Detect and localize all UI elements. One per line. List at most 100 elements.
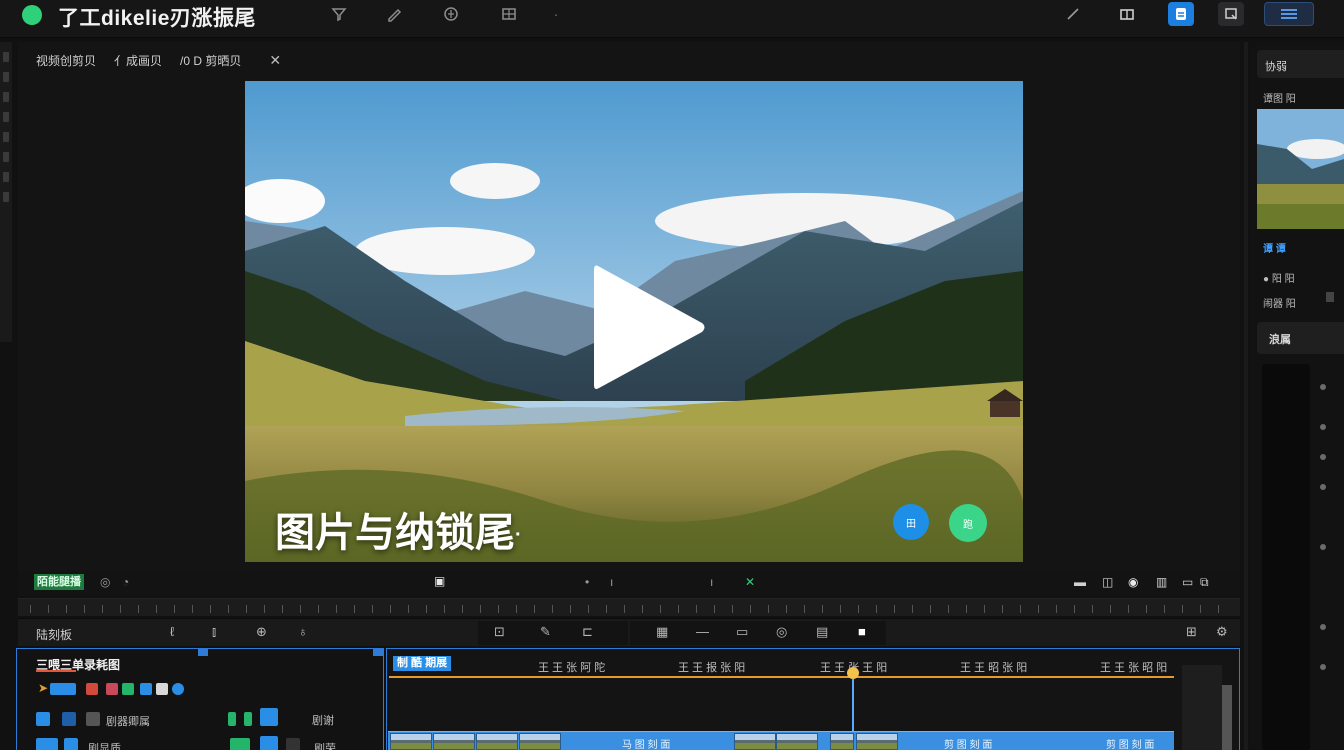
blade-icon[interactable]: ✎ (540, 624, 551, 640)
cursor-icon[interactable]: ℓ (170, 624, 174, 639)
playback-tag[interactable]: 陌能腿播 (34, 574, 84, 590)
row-1-icon-2[interactable] (62, 712, 76, 726)
doc-icon[interactable] (1168, 2, 1194, 26)
marker-icon[interactable]: • (585, 575, 589, 589)
car-icon[interactable]: ▬ (1074, 575, 1086, 589)
clip-thumb-1[interactable] (390, 733, 432, 750)
playhead[interactable] (852, 670, 854, 732)
inspector-subtitle: 谭图 阳 (1263, 94, 1296, 105)
time-ruler[interactable] (18, 598, 1240, 616)
tag-icon[interactable]: ▭ (736, 624, 748, 640)
row-1-icon-3[interactable] (86, 712, 100, 726)
chip-red[interactable] (86, 683, 98, 695)
track-tag[interactable]: 制 酷 期展 (393, 656, 452, 671)
time-label-5: 王 王 张 昭 阳 (1100, 662, 1168, 674)
filter-icon[interactable] (328, 5, 350, 25)
inspector-divider[interactable] (1244, 42, 1248, 750)
row-2-toggle[interactable] (260, 736, 278, 750)
inspector-thumbnail[interactable] (1257, 109, 1344, 229)
chip-blue-2[interactable] (140, 683, 152, 695)
mute-icon[interactable]: ◫ (1102, 575, 1113, 589)
bullet-icon: ● (1263, 274, 1270, 285)
split-icon[interactable]: ı (610, 575, 613, 589)
breadcrumb-item-3[interactable]: /0 D 剪晒贝 (180, 52, 241, 69)
inspector-blue-label[interactable]: 谭 谭 (1263, 240, 1286, 255)
breadcrumb-item-1[interactable]: 视频创剪贝 (36, 52, 96, 69)
chip-white[interactable] (156, 683, 168, 695)
timeline-scroll[interactable] (1182, 665, 1222, 750)
row-1-icon[interactable] (36, 712, 50, 726)
clip-icon[interactable]: ▤ (816, 624, 828, 640)
clip-thumb-3[interactable] (476, 733, 518, 750)
crop-icon[interactable] (1218, 2, 1244, 26)
meter-scale (1312, 364, 1344, 750)
playhead-knob[interactable] (847, 667, 859, 679)
row-2-icon-2[interactable] (64, 738, 78, 750)
pen-icon[interactable] (1060, 2, 1086, 26)
inspector-section[interactable]: 浪属 (1257, 322, 1344, 354)
loop-icon[interactable]: ◎ (100, 575, 110, 589)
property-row-2-label: 剧显质 (88, 743, 121, 750)
menu-icon[interactable] (1264, 2, 1314, 26)
clip-thumb-2[interactable] (433, 733, 475, 750)
split-icon-2[interactable]: ı (710, 575, 713, 589)
edit-toolbar (18, 618, 1240, 646)
track-line (389, 676, 1174, 678)
frame-icon[interactable]: ▣ (434, 574, 445, 588)
video-caption: 图片与纳锁尾· (275, 511, 522, 555)
zoom-icon[interactable]: ⊞ (1186, 624, 1197, 640)
trim-icon[interactable]: ⊡ (494, 624, 505, 640)
columns-icon[interactable]: ▥ (1156, 575, 1167, 589)
timeline-settings-icon[interactable]: ⚙ (1216, 624, 1228, 640)
draw-icon[interactable] (384, 5, 406, 25)
timeline-scrollbar-thumb[interactable] (1222, 685, 1232, 750)
breadcrumb: 视频创剪贝 亻成画贝 /0 D 剪晒贝 ✕ (36, 52, 281, 69)
app-window: 了工dikelie刃涨振尾 · 视频创剪贝 亻成画贝 /0 D 剪晒贝 ✕ 图片… (0, 0, 1344, 750)
window-icon[interactable]: ▭ (1182, 575, 1193, 589)
panel-handle[interactable] (198, 648, 208, 656)
bars-icon[interactable]: ⫾ (212, 624, 216, 640)
ripple-icon[interactable]: ⊏ (582, 624, 593, 640)
link-icon[interactable]: ⊕ (256, 624, 267, 640)
green-circle-button[interactable]: 跑 (949, 504, 987, 542)
grid-icon[interactable] (498, 5, 520, 25)
blue-circle-button[interactable]: 田 (893, 504, 929, 540)
clip-thumb-7[interactable] (830, 733, 854, 750)
camera-icon[interactable]: ◎ (776, 624, 787, 640)
share-icon[interactable] (440, 5, 462, 25)
inspector-row-toggle[interactable] (1326, 292, 1334, 302)
chip-pink[interactable] (106, 683, 118, 695)
stack-icon[interactable]: ▦ (656, 624, 668, 640)
keyframe-icon[interactable]: ✕ (745, 575, 755, 589)
chip-green[interactable] (122, 683, 134, 695)
row-1-level[interactable] (228, 712, 236, 726)
audio-icon[interactable]: ◔ (122, 575, 129, 589)
inspector-tab[interactable]: 协弱 (1257, 50, 1344, 78)
time-label-4: 王 王 昭 张 阳 (960, 662, 1028, 674)
row-2-icon-3[interactable] (286, 738, 300, 750)
row-1-toggle[interactable] (260, 708, 278, 726)
fullscreen-icon[interactable]: ⧉ (1200, 575, 1209, 589)
row-2-icon[interactable] (36, 738, 58, 750)
chip-blue[interactable] (50, 683, 76, 695)
row-1-level-2[interactable] (244, 712, 252, 726)
chip-round[interactable] (172, 683, 184, 695)
clip-thumb-8[interactable] (856, 733, 898, 750)
timeline-handle[interactable] (373, 648, 383, 656)
breadcrumb-item-2[interactable]: 亻成画贝 (114, 52, 162, 69)
layout-icon[interactable] (1114, 2, 1140, 26)
row-2-level[interactable] (230, 738, 250, 750)
clip-label-1: 马 图 刻 面 (622, 740, 671, 750)
time-label-2: 王 王 报 张 阳 (678, 662, 746, 674)
minus-icon[interactable]: — (696, 624, 709, 639)
inspector-row-2: 闹器 阳 (1263, 299, 1296, 310)
note-icon[interactable]: ■ (858, 624, 866, 639)
clip-thumb-6[interactable] (776, 733, 818, 750)
close-icon[interactable]: ✕ (269, 52, 281, 69)
play-icon[interactable] (590, 260, 710, 395)
clip-thumb-4[interactable] (519, 733, 561, 750)
settings-icon[interactable]: ◉ (1128, 575, 1138, 589)
clip-thumb-5[interactable] (734, 733, 776, 750)
cursor-tool-icon[interactable]: ➤ (38, 681, 48, 695)
pin-icon[interactable]: ♁ (298, 624, 308, 639)
